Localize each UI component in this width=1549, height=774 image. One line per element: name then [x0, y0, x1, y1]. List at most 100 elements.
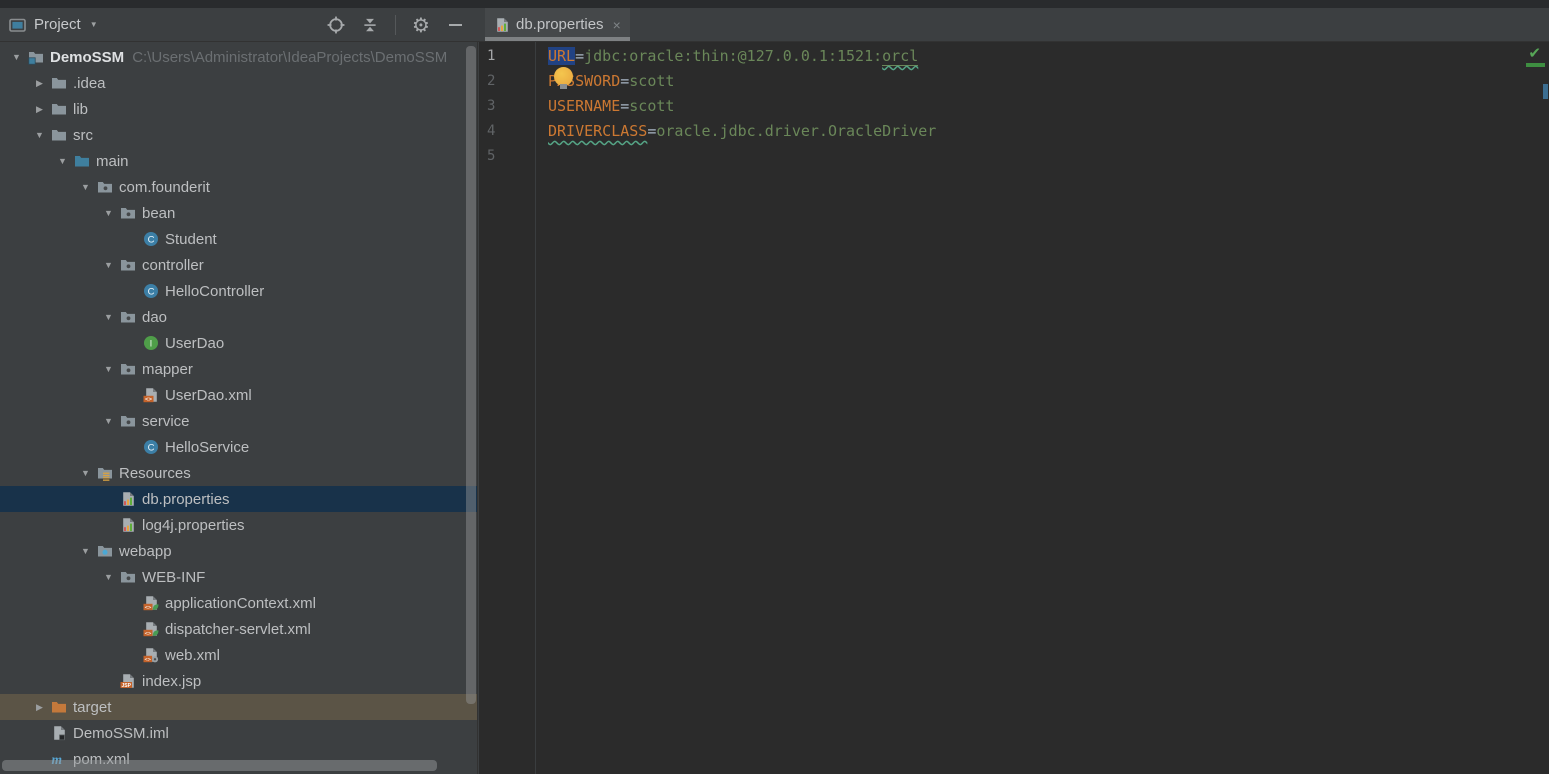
tree-item-DemoSSM[interactable]: ▼DemoSSMC:\Users\Administrator\IdeaProje… [0, 44, 477, 70]
tree-item-lib[interactable]: ▶lib [0, 96, 477, 122]
tree-item-label: db.properties [142, 491, 230, 508]
svg-text:JSP: JSP [121, 683, 131, 689]
chevron-expanded-icon[interactable]: ▼ [97, 260, 120, 270]
properties-file-icon [494, 17, 510, 33]
tree-item-index.jsp[interactable]: JSP index.jsp [0, 668, 477, 694]
tree-item-Resources[interactable]: ▼Resources [0, 460, 477, 486]
chevron-expanded-icon[interactable]: ▼ [74, 546, 97, 556]
tree-item-label: main [96, 153, 129, 170]
interface-icon: I [143, 335, 159, 351]
ide-window: Project ▼ ⚙ db.properties× ▼DemoSSMC:\Us… [0, 0, 1549, 774]
code-line-1[interactable]: URL=jdbc:oracle:thin:@127.0.0.1:1521:orc… [537, 44, 1535, 69]
tree-item-label: src [73, 127, 93, 144]
line-number-2[interactable]: 2 [479, 69, 535, 94]
chevron-expanded-icon[interactable]: ▼ [74, 182, 97, 192]
close-icon[interactable]: × [613, 17, 621, 33]
svg-text:<>: <> [145, 631, 152, 637]
tree-item-WEB-INF[interactable]: ▼WEB-INF [0, 564, 477, 590]
tree-item-dispatcher-servlet.xml[interactable]: <>dispatcher-servlet.xml [0, 616, 477, 642]
tree-item-web.xml[interactable]: <>web.xml [0, 642, 477, 668]
chevron-expanded-icon[interactable]: ▼ [28, 130, 51, 140]
chevron-expanded-icon[interactable]: ▼ [51, 156, 74, 166]
tree-item-label: service [142, 413, 190, 430]
tree-item-log4j.properties[interactable]: log4j.properties [0, 512, 477, 538]
tree-item-mapper[interactable]: ▼mapper [0, 356, 477, 382]
code-line-5[interactable] [537, 144, 1535, 169]
tree-item-main[interactable]: ▼ main [0, 148, 477, 174]
inspection-ok-icon[interactable]: ✔ [1528, 44, 1541, 62]
code-line-2[interactable]: PASSWORD=scott [537, 69, 1535, 94]
tree-item-DemoSSM.iml[interactable]: DemoSSM.iml [0, 720, 477, 746]
locate-icon[interactable] [327, 16, 345, 34]
tree-item-.idea[interactable]: ▶ .idea [0, 70, 477, 96]
code-token: DRIVERCLASS [548, 122, 647, 140]
code-token: jdbc:oracle:thin:@127.0.0.1:1521: [584, 47, 882, 65]
chevron-collapsed-icon[interactable]: ▶ [28, 78, 51, 89]
chevron-collapsed-icon[interactable]: ▶ [28, 104, 51, 115]
package-icon [120, 257, 136, 273]
chevron-expanded-icon[interactable]: ▼ [97, 364, 120, 374]
tree-item-src[interactable]: ▼ src [0, 122, 477, 148]
iml-file-icon [51, 725, 67, 741]
top-bar: Project ▼ ⚙ db.properties× [0, 0, 1549, 42]
chevron-down-icon[interactable]: ▼ [90, 20, 98, 29]
tree-item-target[interactable]: ▶target [0, 694, 477, 720]
tree-item-applicationContext.xml[interactable]: <> applicationContext.xml [0, 590, 477, 616]
tree-item-label: applicationContext.xml [165, 595, 316, 612]
tree-item-label: UserDao [165, 335, 224, 352]
line-number-4[interactable]: 4 [479, 119, 535, 144]
tree-item-db.properties[interactable]: db.properties [0, 486, 477, 512]
tree-item-webapp[interactable]: ▼webapp [0, 538, 477, 564]
tree-item-HelloController[interactable]: CHelloController [0, 278, 477, 304]
collapse-all-icon[interactable] [361, 16, 379, 34]
tree-item-service[interactable]: ▼ service [0, 408, 477, 434]
tree-item-bean[interactable]: ▼bean [0, 200, 477, 226]
chevron-expanded-icon[interactable]: ▼ [74, 468, 97, 478]
tree-item-Student[interactable]: CStudent [0, 226, 477, 252]
code-line-4[interactable]: DRIVERCLASS=oracle.jdbc.driver.OracleDri… [537, 119, 1535, 144]
package-icon [120, 361, 136, 377]
line-number-1[interactable]: 1 [479, 44, 535, 69]
editor-tab-db.properties[interactable]: db.properties× [485, 8, 630, 41]
line-number-3[interactable]: 3 [479, 94, 535, 119]
spring-config-icon: <> [143, 595, 159, 611]
panel-title: Project [34, 16, 81, 33]
tree-item-HelloService[interactable]: CHelloService [0, 434, 477, 460]
chevron-expanded-icon[interactable]: ▼ [97, 572, 120, 582]
tree-item-label: DemoSSM.iml [73, 725, 169, 742]
tree-item-UserDao[interactable]: I UserDao [0, 330, 477, 356]
line-number-5[interactable]: 5 [479, 144, 535, 169]
tree-item-controller[interactable]: ▼controller [0, 252, 477, 278]
chevron-expanded-icon[interactable]: ▼ [5, 52, 28, 62]
tree-vertical-scrollbar[interactable] [466, 46, 476, 704]
hide-panel-icon[interactable] [446, 16, 464, 34]
tree-item-label: index.jsp [142, 673, 201, 690]
chevron-expanded-icon[interactable]: ▼ [97, 208, 120, 218]
minus-glyph [449, 24, 462, 26]
tree-item-label: log4j.properties [142, 517, 245, 534]
folder-icon [51, 127, 67, 143]
tree-item-dao[interactable]: ▼dao [0, 304, 477, 330]
class-icon: C [143, 439, 159, 455]
tree-item-UserDao.xml[interactable]: <>UserDao.xml [0, 382, 477, 408]
chevron-expanded-icon[interactable]: ▼ [97, 416, 120, 426]
editor-area[interactable]: 12345 URL=jdbc:oracle:thin:@127.0.0.1:15… [479, 42, 1549, 774]
tree-item-label: DemoSSM [50, 49, 124, 66]
settings-gear-icon[interactable]: ⚙ [412, 16, 430, 34]
chevron-expanded-icon[interactable]: ▼ [97, 312, 120, 322]
svg-text:C: C [148, 442, 155, 453]
editor-code[interactable]: URL=jdbc:oracle:thin:@127.0.0.1:1521:orc… [537, 44, 1535, 774]
source-folder-icon [74, 153, 90, 169]
tree-item-com.founderit[interactable]: ▼com.founderit [0, 174, 477, 200]
code-line-3[interactable]: USERNAME=scott [537, 94, 1535, 119]
caret-stripe-mark[interactable] [1543, 84, 1548, 99]
svg-text:<>: <> [145, 605, 152, 611]
intention-bulb-icon[interactable] [554, 67, 573, 86]
package-icon [120, 569, 136, 585]
chevron-collapsed-icon[interactable]: ▶ [28, 702, 51, 713]
code-token: scott [629, 72, 674, 90]
tree-horizontal-scrollbar[interactable] [2, 760, 437, 771]
tree-item-label: .idea [73, 75, 106, 92]
code-token: oracle.jdbc.driver.OracleDriver [656, 122, 936, 140]
properties-file-icon [120, 491, 136, 507]
